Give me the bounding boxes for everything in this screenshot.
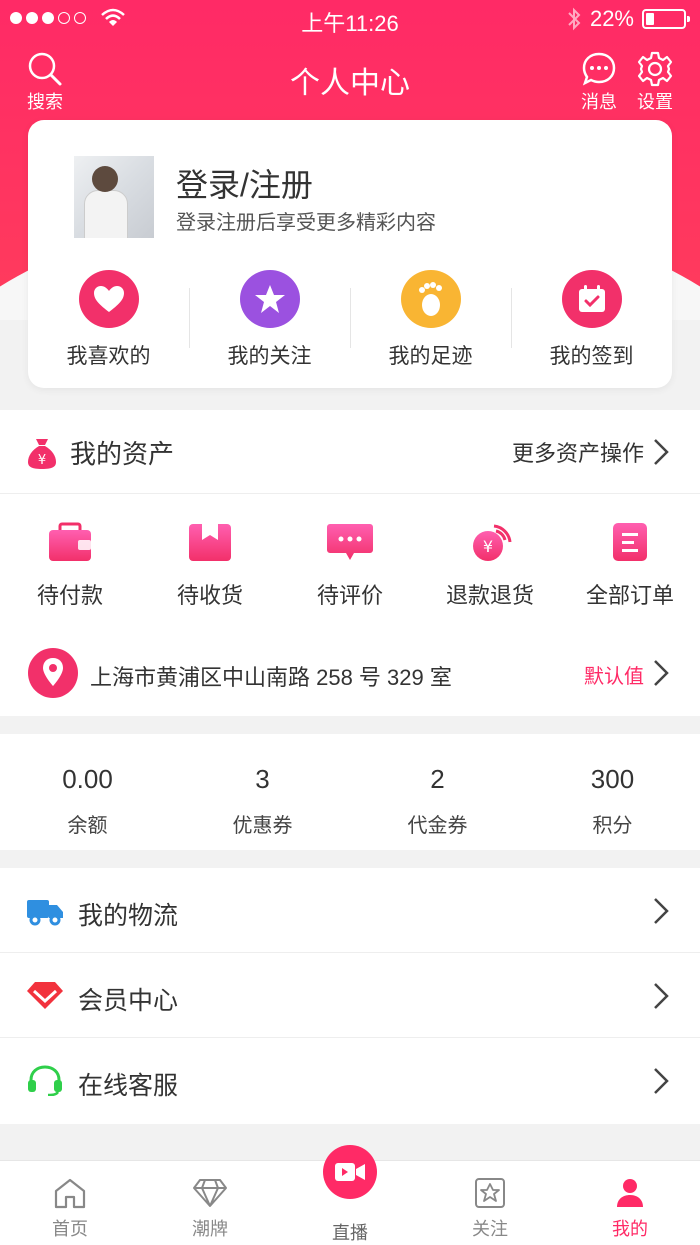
order-refund[interactable]: ¥ 退款退货 [420,494,560,624]
tab-trend-brands[interactable]: 潮牌 [140,1161,280,1245]
stat-label: 积分 [592,815,633,837]
order-label: 待评价 [316,583,383,608]
chevron-right-icon [654,1068,669,1094]
tab-label: 首页 [52,1219,88,1239]
star-box-icon [475,1178,505,1208]
gear-icon [637,51,673,87]
tab-mine[interactable]: 我的 [560,1161,700,1245]
quick-link-label: 我的签到 [549,345,634,368]
login-register-link[interactable]: 登录/注册 [176,160,313,206]
tab-live[interactable]: 直播 [280,1145,420,1245]
stat-label: 代金券 [407,815,468,837]
stat-label: 余额 [67,815,108,837]
quick-link-checkin[interactable]: 我的签到 [511,270,672,370]
quick-link-following[interactable]: 我的关注 [189,270,350,370]
truck-icon [27,900,63,926]
battery-percent: 22% [589,6,634,31]
order-pending-payment[interactable]: 待付款 [0,494,140,624]
stat-value: 0.00 [62,764,113,794]
menu-item-label: 会员中心 [78,987,179,1015]
menu-item-customer-service[interactable]: 在线客服 [0,1038,700,1123]
quick-link-favorites[interactable]: 我喜欢的 [28,270,189,370]
footprint-icon [400,270,461,328]
menu-item-label: 在线客服 [78,1072,179,1100]
menu-item-label: 我的物流 [78,902,179,930]
wallet-icon [49,522,91,561]
svg-text:¥: ¥ [38,453,46,468]
chevron-right-icon [654,660,669,686]
quick-link-footprints[interactable]: 我的足迹 [350,270,511,370]
heart-icon [78,270,139,328]
svg-text:¥: ¥ [483,537,493,556]
stat-points[interactable]: 300 积分 [525,734,700,850]
order-all[interactable]: 全部订单 [560,494,700,624]
menu-item-membership[interactable]: 会员中心 [0,953,700,1038]
tab-label: 关注 [472,1219,508,1239]
bluetooth-icon [568,7,581,31]
refund-icon: ¥ [473,524,512,561]
order-label: 待收货 [176,583,243,608]
battery-icon [642,9,690,29]
stat-coupons[interactable]: 3 优惠券 [175,734,350,850]
avatar[interactable] [74,156,154,238]
order-label: 待付款 [36,583,103,608]
chevron-right-icon [654,439,669,465]
default-badge: 默认值 [584,666,644,688]
bottom-tab-bar: 首页 潮牌 直播 关注 我的 [0,1145,700,1245]
status-bar: 上午11:26 22% [0,0,700,38]
assets-title: 我的资产 [70,439,175,469]
order-label: 退款退货 [445,583,534,608]
settings-label: 设置 [637,92,673,112]
video-icon [323,1145,377,1199]
tab-label: 直播 [332,1223,368,1243]
messages-button[interactable]: 消息 [580,50,618,114]
stat-value: 2 [430,764,445,794]
comment-icon [327,524,373,560]
location-pin-icon [28,648,78,698]
order-label: 全部订单 [585,583,674,608]
user-icon [617,1179,643,1207]
top-navigation: 搜索 个人中心 消息 设置 [0,44,700,114]
stat-label: 优惠券 [232,815,293,837]
assets-header[interactable]: ¥ 我的资产 更多资产操作 [0,410,700,494]
quick-links: 我喜欢的 我的关注 我的足迹 我的签到 [28,270,672,370]
chevron-right-icon [654,983,669,1009]
more-assets-link[interactable]: 更多资产操作 [512,436,644,468]
chevron-right-icon [654,898,669,924]
quick-link-label: 我喜欢的 [66,345,151,368]
order-list-icon [613,523,647,561]
star-icon [239,270,300,328]
profile-subtitle: 登录注册后享受更多精彩内容 [176,212,436,234]
stat-balance[interactable]: 0.00 余额 [0,734,175,850]
order-shortcuts: 待付款 待收货 待评价 ¥ 退款退货 全部订单 [0,494,700,624]
chat-bubble-icon [582,52,616,86]
battery-fill [646,13,654,25]
stat-value: 300 [590,764,635,794]
menu-item-logistics[interactable]: 我的物流 [0,868,700,953]
tab-label: 我的 [612,1219,648,1239]
diamond-outline-icon [193,1179,227,1207]
headset-icon [28,1065,62,1096]
menu-list: 我的物流 会员中心 在线客服 [0,868,700,1124]
tab-home[interactable]: 首页 [0,1161,140,1245]
settings-button[interactable]: 设置 [636,50,674,114]
account-stats: 0.00 余额 3 优惠券 2 代金券 300 积分 [0,734,700,850]
stat-value: 3 [255,764,270,794]
quick-link-label: 我的关注 [227,345,312,368]
address-text: 上海市黄浦区中山南路 258 号 329 室 [90,665,452,690]
order-pending-receipt[interactable]: 待收货 [140,494,280,624]
calendar-check-icon [561,270,622,328]
tab-label: 潮牌 [192,1219,228,1239]
home-icon [54,1178,86,1209]
diamond-icon [27,982,63,1009]
stat-vouchers[interactable]: 2 代金券 [350,734,525,850]
order-pending-review[interactable]: 待评价 [280,494,420,624]
profile-card: 登录/注册 登录注册后享受更多精彩内容 我喜欢的 我的关注 我的足迹 我的签到 [28,120,672,388]
tab-following[interactable]: 关注 [420,1161,560,1245]
messages-label: 消息 [581,92,617,112]
quick-link-label: 我的足迹 [388,345,473,368]
money-bag-icon: ¥ [28,439,56,469]
address-row[interactable]: 上海市黄浦区中山南路 258 号 329 室 默认值 [0,624,700,716]
package-icon [189,524,231,561]
